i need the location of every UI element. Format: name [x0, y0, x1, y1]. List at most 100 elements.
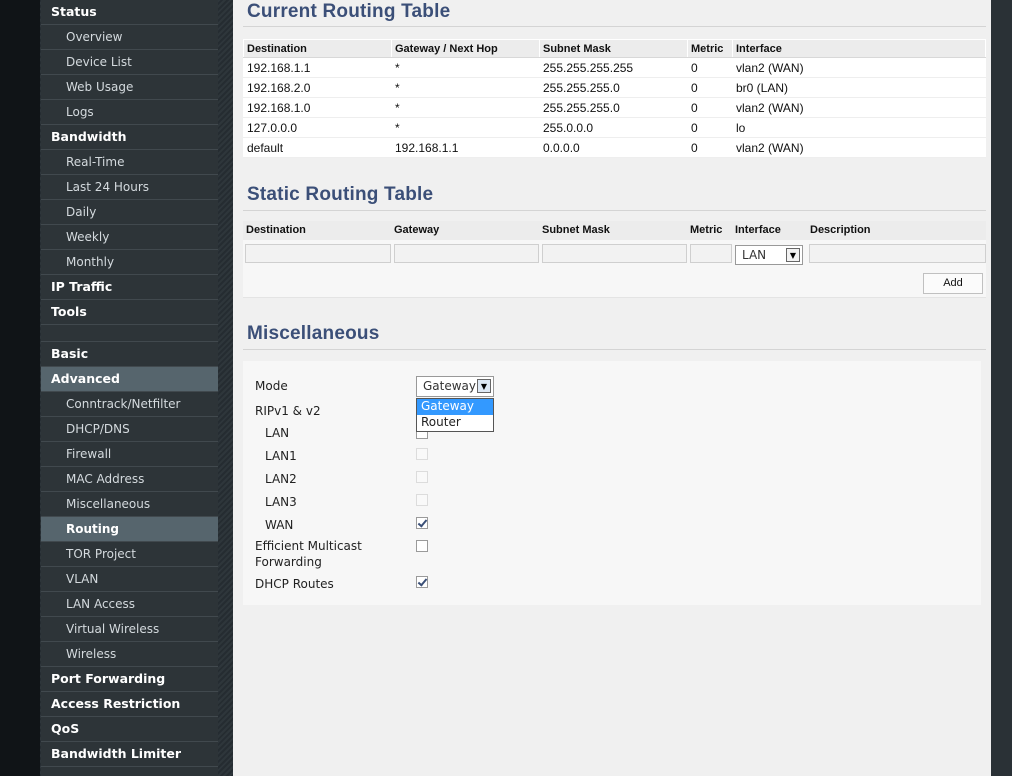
col-destination: Destination: [246, 224, 306, 236]
sidebar-item-qos[interactable]: QoS: [41, 717, 218, 742]
emf-label-line2: Forwarding: [255, 555, 322, 569]
main-content: Current Routing Table Destination Gatewa…: [233, 0, 991, 776]
dhcp-routes-label: DHCP Routes: [255, 577, 334, 591]
sidebar-item-dhcp-dns[interactable]: DHCP/DNS: [41, 417, 218, 442]
misc-title: Miscellaneous: [247, 323, 380, 344]
sidebar-item-wireless[interactable]: Wireless: [41, 642, 218, 667]
sidebar-item-lan-access[interactable]: LAN Access: [41, 592, 218, 617]
table-cell: 0.0.0.0: [539, 137, 688, 158]
sidebar-item-real-time[interactable]: Real-Time: [41, 150, 218, 175]
sidebar-item-port-forwarding[interactable]: Port Forwarding: [41, 667, 218, 692]
dhcp-routes-checkbox[interactable]: [416, 576, 428, 588]
col-metric: Metric: [687, 39, 733, 58]
col-gateway: Gateway / Next Hop: [391, 39, 540, 58]
mode-option-gateway[interactable]: Gateway: [417, 399, 493, 415]
rip-lan3-label: LAN3: [265, 495, 297, 509]
table-cell: br0 (LAN): [732, 77, 986, 98]
sidebar-item-monthly[interactable]: Monthly: [41, 250, 218, 275]
sidebar-item-conntrack-netfilter[interactable]: Conntrack/Netfilter: [41, 392, 218, 417]
table-row: 127.0.0.0 * 255.0.0.0 0 lo: [243, 117, 986, 138]
table-cell: 0: [687, 57, 733, 78]
sidebar-item-miscellaneous[interactable]: Miscellaneous: [41, 492, 218, 517]
table-cell: 0: [687, 117, 733, 138]
table-cell: vlan2 (WAN): [732, 97, 986, 118]
table-cell: *: [391, 57, 540, 78]
sidebar-item-firewall[interactable]: Firewall: [41, 442, 218, 467]
title-divider: [243, 210, 986, 211]
mode-option-router[interactable]: Router: [417, 415, 493, 431]
mode-select-value: Gateway: [423, 379, 477, 393]
table-cell: *: [391, 77, 540, 98]
sidebar-item-tools[interactable]: Tools: [41, 300, 218, 325]
col-destination: Destination: [243, 39, 392, 58]
mode-select[interactable]: Gateway ▼: [416, 376, 494, 397]
table-row: 192.168.1.1 * 255.255.255.255 0 vlan2 (WAN): [243, 57, 986, 78]
interface-select[interactable]: LAN ▼: [735, 245, 803, 265]
table-cell: 192.168.2.0: [243, 77, 392, 98]
chevron-down-icon: ▼: [786, 248, 800, 262]
right-margin: [991, 0, 1012, 776]
table-cell: 0: [687, 137, 733, 158]
rip-lan2-checkbox: [416, 471, 428, 483]
page-edge: [0, 0, 40, 776]
rip-label: RIPv1 & v2: [255, 404, 321, 418]
table-cell: vlan2 (WAN): [732, 57, 986, 78]
metric-input[interactable]: [690, 244, 732, 263]
sidebar-item-vlan[interactable]: VLAN: [41, 567, 218, 592]
chevron-down-icon: ▼: [477, 379, 491, 393]
current-routing-table: Destination Gateway / Next Hop Subnet Ma…: [243, 39, 986, 158]
destination-input[interactable]: [245, 244, 391, 263]
sidebar-spacer: [41, 325, 218, 342]
col-metric: Metric: [690, 224, 723, 236]
sidebar-item-advanced[interactable]: Advanced: [41, 367, 218, 392]
sidebar-item-ip-traffic[interactable]: IP Traffic: [41, 275, 218, 300]
sidebar-item-mac-address[interactable]: MAC Address: [41, 467, 218, 492]
title-divider: [243, 26, 986, 27]
table-header-row: Destination Gateway / Next Hop Subnet Ma…: [243, 39, 986, 58]
col-interface: Interface: [735, 224, 781, 236]
sidebar-item-bandwidth-limiter[interactable]: Bandwidth Limiter: [41, 742, 218, 767]
col-description: Description: [810, 224, 871, 236]
col-subnet-mask: Subnet Mask: [542, 224, 610, 236]
mode-dropdown-list: Gateway Router: [416, 398, 494, 432]
table-header-row: Destination Gateway Subnet Mask Metric I…: [243, 221, 986, 240]
sidebar-item-bandwidth[interactable]: Bandwidth: [41, 125, 218, 150]
sidebar-item-device-list[interactable]: Device List: [41, 50, 218, 75]
sidebar-item-web-usage[interactable]: Web Usage: [41, 75, 218, 100]
sidebar-item-overview[interactable]: Overview: [41, 25, 218, 50]
sidebar-item-basic[interactable]: Basic: [41, 342, 218, 367]
table-cell: 255.255.255.0: [539, 77, 688, 98]
table-cell: 255.255.255.0: [539, 97, 688, 118]
emf-checkbox[interactable]: [416, 540, 428, 552]
table-cell: 192.168.1.1: [391, 137, 540, 158]
sidebar-item-tor-project[interactable]: TOR Project: [41, 542, 218, 567]
table-row: 192.168.2.0 * 255.255.255.0 0 br0 (LAN): [243, 77, 986, 98]
sidebar-item-routing[interactable]: Routing: [41, 517, 218, 542]
table-cell: 192.168.1.1: [243, 57, 392, 78]
add-button[interactable]: Add: [923, 273, 983, 294]
sidebar-item-virtual-wireless[interactable]: Virtual Wireless: [41, 617, 218, 642]
interface-select-value: LAN: [742, 248, 767, 262]
current-routing-title: Current Routing Table: [247, 1, 451, 22]
rip-lan1-checkbox: [416, 448, 428, 460]
rip-wan-label: WAN: [265, 518, 294, 532]
table-cell: 0: [687, 97, 733, 118]
table-cell: 192.168.1.0: [243, 97, 392, 118]
sidebar-item-daily[interactable]: Daily: [41, 200, 218, 225]
rip-wan-checkbox[interactable]: [416, 517, 428, 529]
description-input[interactable]: [809, 244, 986, 263]
table-row: 192.168.1.0 * 255.255.255.0 0 vlan2 (WAN): [243, 97, 986, 118]
table-cell: 255.0.0.0: [539, 117, 688, 138]
rip-lan2-label: LAN2: [265, 472, 297, 486]
sidebar-item-status[interactable]: Status: [41, 0, 218, 25]
sidebar-item-weekly[interactable]: Weekly: [41, 225, 218, 250]
subnet-mask-input[interactable]: [542, 244, 687, 263]
sidebar-item-logs[interactable]: Logs: [41, 100, 218, 125]
col-gateway: Gateway: [394, 224, 440, 236]
sidebar-item-access-restriction[interactable]: Access Restriction: [41, 692, 218, 717]
gateway-input[interactable]: [394, 244, 539, 263]
mode-label: Mode: [255, 379, 288, 393]
table-cell: 255.255.255.255: [539, 57, 688, 78]
table-cell: *: [391, 97, 540, 118]
sidebar-item-last-24-hours[interactable]: Last 24 Hours: [41, 175, 218, 200]
